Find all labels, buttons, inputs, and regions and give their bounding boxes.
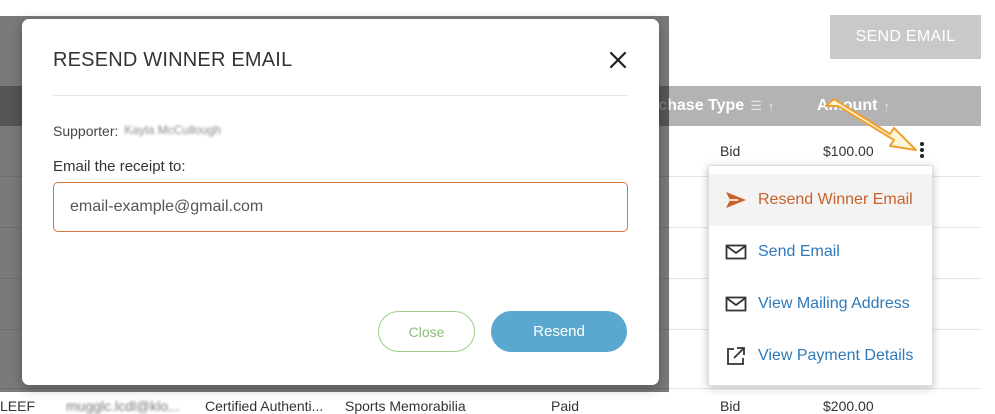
menu-item-resend-winner-email[interactable]: Resend Winner Email bbox=[709, 174, 932, 226]
supporter-name: Kayla McCullough bbox=[124, 123, 222, 137]
menu-item-view-payment-details[interactable]: View Payment Details bbox=[709, 330, 932, 382]
cell-name-fragment: LEEF bbox=[0, 398, 36, 414]
menu-item-label: Send Email bbox=[758, 243, 840, 260]
email-field-label: Email the receipt to: bbox=[53, 158, 186, 175]
menu-item-view-mailing-address[interactable]: View Mailing Address bbox=[709, 278, 932, 330]
cell-amount: $200.00 bbox=[823, 398, 874, 414]
menu-item-label: View Payment Details bbox=[758, 347, 914, 364]
close-button[interactable]: Close bbox=[378, 311, 475, 352]
mail-icon bbox=[725, 296, 747, 312]
mail-icon bbox=[725, 244, 747, 260]
cell-purchase-type: Bid bbox=[720, 398, 741, 414]
cell-email: mugglc.lcdl@klo... bbox=[66, 398, 180, 414]
annotation-arrow-icon bbox=[825, 98, 917, 151]
cell-purchase-type: Bid bbox=[720, 143, 741, 159]
sort-up-icon[interactable]: ↑ bbox=[768, 99, 775, 114]
cell-category: Sports Memorabilia bbox=[345, 398, 466, 414]
send-email-button[interactable]: SEND EMAIL bbox=[830, 15, 981, 59]
resend-winner-email-dialog: RESEND WINNER EMAIL Supporter: Kayla McC… bbox=[22, 19, 659, 385]
row-actions-menu: Resend Winner Email Send Email View Mail… bbox=[708, 165, 933, 386]
supporter-line: Supporter: Kayla McCullough bbox=[53, 123, 221, 139]
resend-button[interactable]: Resend bbox=[491, 311, 627, 352]
supporter-label: Supporter: bbox=[53, 123, 119, 139]
filter-icon[interactable]: ☰ bbox=[750, 98, 762, 114]
dialog-title: RESEND WINNER EMAIL bbox=[53, 49, 293, 71]
cell-item: Certified Authenti... bbox=[205, 398, 324, 414]
menu-item-label: Resend Winner Email bbox=[758, 191, 913, 208]
menu-item-label: View Mailing Address bbox=[758, 295, 910, 312]
close-icon[interactable] bbox=[608, 50, 628, 70]
dialog-divider bbox=[53, 95, 628, 96]
cell-status: Paid bbox=[551, 398, 580, 414]
menu-item-send-email[interactable]: Send Email bbox=[709, 226, 932, 278]
email-field[interactable] bbox=[53, 182, 628, 232]
external-link-icon bbox=[727, 347, 745, 365]
column-header-purchase-type[interactable]: rchase Type ☰ ↑ bbox=[652, 86, 774, 126]
send-icon bbox=[726, 192, 746, 208]
